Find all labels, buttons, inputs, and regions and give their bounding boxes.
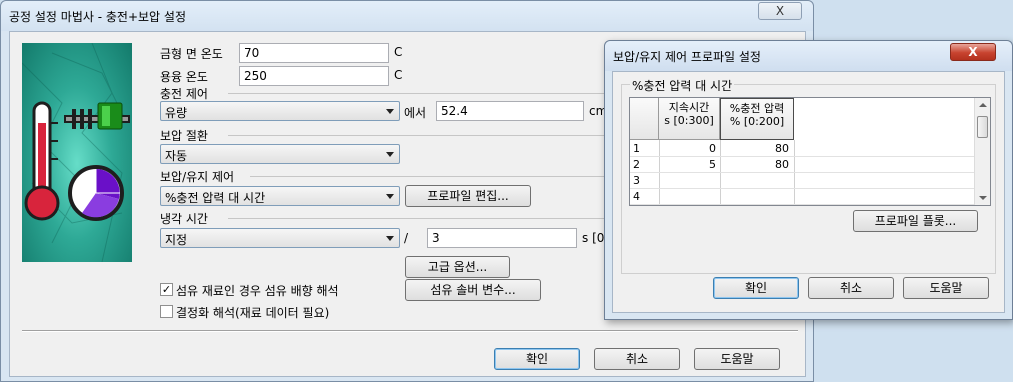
pressure-cell[interactable] (720, 189, 789, 205)
fill-control-value-field[interactable]: 52.4 (436, 101, 584, 121)
dialog-close-button[interactable]: X (950, 43, 996, 61)
pack-profile-dialog: 보압/유지 제어 프로파일 설정 X %충전 압력 대 시간 지속시간 s [0… (604, 40, 1013, 320)
melt-temp-label: 용융 온도 (160, 70, 208, 84)
scroll-thumb[interactable] (977, 116, 988, 138)
chevron-down-icon (386, 236, 394, 241)
chevron-down-icon (386, 109, 394, 114)
pack-control-dropdown[interactable]: %충전 압력 대 시간 (160, 186, 400, 206)
cooling-time-label: 냉각 시간 (160, 212, 208, 226)
pack-control-selected: %충전 압력 대 시간 (165, 191, 266, 205)
vp-switch-divider (228, 135, 608, 136)
fill-control-divider (228, 93, 608, 94)
profile-table[interactable]: 지속시간 s [0:300] %충전 압력 % [0:200] 1 0 80 2… (629, 97, 991, 206)
row-header-corner (630, 98, 659, 140)
column-header-pressure[interactable]: %충전 압력 % [0:200] (720, 98, 794, 140)
pressure-cell[interactable]: 80 (720, 157, 789, 173)
chevron-down-icon (386, 194, 394, 199)
duration-cell[interactable] (659, 189, 716, 205)
vp-switch-label: 보압 절환 (160, 129, 208, 143)
fiber-orientation-checkbox[interactable]: ✓ (160, 283, 173, 296)
row-index: 1 (633, 142, 640, 155)
crystallization-checkbox[interactable] (160, 305, 173, 318)
duration-cell[interactable]: 5 (659, 157, 716, 173)
duration-cell[interactable] (659, 173, 716, 189)
ok-button[interactable]: 확인 (494, 348, 580, 370)
fiber-solver-params-button[interactable]: 섬유 솔버 변수... (405, 279, 541, 301)
edit-profile-button[interactable]: 프로파일 편집... (405, 185, 531, 207)
melt-temp-unit: C (394, 68, 403, 82)
close-button[interactable]: X (758, 2, 802, 20)
fiber-orientation-label: 섬유 재료인 경우 섬유 배향 해석 (176, 284, 339, 298)
row-index: 2 (633, 158, 640, 171)
chevron-down-icon (386, 152, 394, 157)
row-index: 4 (633, 190, 640, 203)
dialog-title-bar: 보압/유지 제어 프로파일 설정 X (605, 41, 1012, 71)
profile-group-title: %충전 압력 대 시간 (630, 77, 735, 94)
table-scrollbar[interactable] (974, 98, 990, 205)
mold-temp-label: 금형 면 온도 (160, 47, 223, 61)
cooling-time-slash: / (404, 231, 409, 245)
crystallization-label: 결정화 해석(재료 데이터 필요) (176, 306, 330, 320)
cooling-time-divider (228, 218, 608, 219)
pressure-cell[interactable]: 80 (720, 141, 789, 157)
window-title: 공정 설정 마법사 - 충전+보압 설정 (9, 10, 186, 24)
dialog-client-area: %충전 압력 대 시간 지속시간 s [0:300] %충전 압력 % [0:2… (612, 71, 1005, 313)
profile-plot-button[interactable]: 프로파일 플롯... (853, 210, 978, 232)
cooling-time-field[interactable]: 3 (427, 228, 577, 248)
advanced-options-button[interactable]: 고급 옵션... (405, 256, 510, 278)
mold-temp-field[interactable]: 70 (239, 43, 389, 63)
vp-switch-dropdown[interactable]: 자동 (160, 144, 400, 164)
dialog-ok-button[interactable]: 확인 (713, 277, 799, 299)
cancel-button[interactable]: 취소 (594, 348, 680, 370)
melt-temp-field[interactable]: 250 (239, 66, 389, 86)
fill-control-label: 충전 제어 (160, 87, 208, 101)
bottom-separator (22, 330, 798, 332)
title-bar: 공정 설정 마법사 - 충전+보압 설정 X (1, 1, 813, 31)
scroll-down-icon[interactable] (979, 196, 987, 200)
cooling-time-selected: 지정 (165, 233, 188, 247)
pack-control-divider (250, 176, 608, 177)
clock-gauge-icon (68, 165, 124, 221)
pack-control-label: 보압/유지 제어 (160, 170, 235, 184)
cooling-time-unit: s [0 (582, 231, 605, 245)
fill-pack-illustration (22, 43, 132, 262)
column-header-duration[interactable]: 지속시간 s [0:300] (659, 98, 720, 140)
fill-control-dropdown[interactable]: 유량 (160, 101, 400, 121)
duration-cell[interactable]: 0 (659, 141, 716, 157)
dialog-cancel-button[interactable]: 취소 (808, 277, 894, 299)
fill-control-connector: 에서 (404, 106, 427, 120)
scroll-up-icon[interactable] (979, 103, 987, 107)
row-index: 3 (633, 174, 640, 187)
cooling-time-dropdown[interactable]: 지정 (160, 228, 400, 248)
help-button[interactable]: 도움말 (694, 348, 780, 370)
valve-icon (64, 102, 130, 130)
mold-temp-unit: C (394, 45, 403, 59)
dialog-title: 보압/유지 제어 프로파일 설정 (613, 50, 761, 64)
dialog-help-button[interactable]: 도움말 (903, 277, 989, 299)
pressure-cell[interactable] (720, 173, 789, 189)
fill-control-selected: 유량 (165, 106, 188, 120)
vp-switch-selected: 자동 (165, 149, 188, 163)
